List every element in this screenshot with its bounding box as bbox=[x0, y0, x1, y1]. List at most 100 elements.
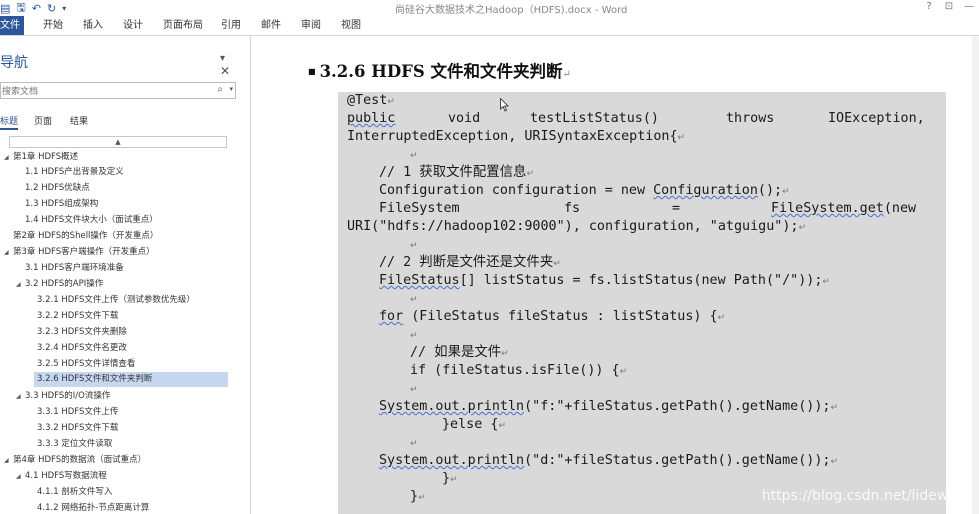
navigation-pane: 导航 ▾ ✕ ⌕ ▾ 标题 页面 结果 ▲ ◢第1章 HDFS概述 1.1 HD… bbox=[0, 36, 251, 514]
ribbon-display-button[interactable]: ⊡ bbox=[939, 0, 959, 14]
save-icon[interactable]: 🖫 bbox=[16, 0, 25, 18]
tree-item[interactable]: 3.3.2 HDFS文件下载 bbox=[37, 421, 118, 436]
tab-design[interactable]: 设计 bbox=[123, 16, 143, 35]
tree-item-selected[interactable]: 3.2.6 HDFS文件和文件夹判断 bbox=[34, 372, 228, 387]
code-block[interactable]: @Test↵ public void testListStatus() thro… bbox=[338, 92, 946, 514]
tree-item[interactable]: ◢ 3.3 HDFS的I/O流操作 bbox=[16, 389, 110, 404]
code-token: FileSystem bbox=[379, 201, 460, 216]
expand-icon[interactable]: ◢ bbox=[16, 469, 21, 484]
tree-item[interactable]: 1.4 HDFS文件块大小（面试重点） bbox=[25, 213, 158, 228]
code-token: FileSystem.get(new bbox=[771, 201, 917, 216]
minimize-button[interactable]: — bbox=[959, 0, 979, 14]
code-line: ↵ bbox=[410, 241, 418, 251]
code-line: Configuration configuration = new Config… bbox=[379, 183, 790, 198]
tree-item[interactable]: 3.2.5 HDFS文件详情查看 bbox=[37, 357, 135, 372]
code-comment: // 1 获取文件配置信息↵ bbox=[379, 165, 534, 180]
expand-icon[interactable]: ◢ bbox=[16, 389, 21, 404]
mouse-cursor-icon bbox=[500, 98, 509, 112]
code-token: throws bbox=[726, 111, 775, 126]
tab-results[interactable]: 结果 bbox=[70, 114, 88, 127]
tab-references[interactable]: 引用 bbox=[221, 16, 241, 35]
tree-item[interactable]: 1.1 HDFS产出背景及定义 bbox=[25, 165, 124, 180]
watermark: https://blog.csdn.net/lidew521 bbox=[761, 488, 975, 504]
tree-item[interactable]: 第2章 HDFS的Shell操作（开发重点） bbox=[13, 229, 158, 244]
code-line: ↵ bbox=[410, 331, 418, 341]
code-comment: // 2 判断是文件还是文件夹↵ bbox=[379, 255, 561, 270]
code-line: @Test↵ bbox=[347, 93, 395, 108]
tree-item[interactable]: 3.2.4 HDFS文件名更改 bbox=[37, 341, 127, 356]
expand-icon[interactable]: ◢ bbox=[4, 453, 9, 468]
tab-headings[interactable]: 标题 bbox=[0, 114, 19, 130]
window-controls: ? ⊡ — bbox=[919, 0, 979, 14]
tree-item[interactable]: 3.3.3 定位文件读取 bbox=[37, 437, 112, 452]
code-token: void bbox=[448, 111, 481, 126]
nav-title: 导航 bbox=[0, 55, 28, 71]
tree-item[interactable]: 3.2.2 HDFS文件下载 bbox=[37, 309, 118, 324]
tab-view[interactable]: 视图 bbox=[341, 16, 361, 35]
tree-item[interactable]: 1.2 HDFS优缺点 bbox=[25, 181, 90, 196]
close-icon[interactable]: ✕ bbox=[220, 64, 230, 78]
tab-pages[interactable]: 页面 bbox=[34, 114, 52, 127]
vertical-scrollbar[interactable] bbox=[972, 36, 979, 514]
tree-item[interactable]: 3.1 HDFS客户端环境准备 bbox=[25, 261, 124, 276]
tab-review[interactable]: 审阅 bbox=[301, 16, 321, 35]
tree-item[interactable]: 3.2.1 HDFS文件上传（测试参数优先级） bbox=[37, 293, 195, 308]
nav-pane-controls: ▾ ✕ bbox=[220, 53, 250, 78]
search-icon[interactable]: ⌕ bbox=[217, 84, 223, 95]
code-token: IOException, bbox=[828, 111, 925, 126]
tab-layout[interactable]: 页面布局 bbox=[163, 16, 203, 35]
tree-item[interactable]: ◢ 第1章 HDFS概述 bbox=[4, 150, 78, 165]
code-line: System.out.println("f:"+fileStatus.getPa… bbox=[379, 399, 839, 414]
code-line: ↵ bbox=[410, 439, 418, 449]
code-line: System.out.println("d:"+fileStatus.getPa… bbox=[379, 453, 839, 468]
tree-item[interactable]: ◢ 3.2 HDFS的API操作 bbox=[16, 277, 103, 292]
code-line: ↵ bbox=[410, 295, 418, 305]
redo-icon[interactable]: ↻ bbox=[47, 2, 56, 15]
help-button[interactable]: ? bbox=[919, 0, 939, 14]
code-line: FileStatus[] listStatus = fs.listStatus(… bbox=[379, 273, 830, 288]
code-line: }↵ bbox=[410, 489, 426, 504]
code-line: InterruptedException, URISyntaxException… bbox=[347, 129, 686, 144]
code-line: }↵ bbox=[442, 471, 458, 486]
tree-item[interactable]: 1.3 HDFS组成架构 bbox=[25, 197, 98, 212]
tab-home[interactable]: 开始 bbox=[43, 16, 63, 35]
chevron-down-icon[interactable]: ▾ bbox=[229, 85, 233, 93]
tree-item[interactable]: 3.3.1 HDFS文件上传 bbox=[37, 405, 118, 420]
undo-icon[interactable]: ↶ bbox=[32, 2, 41, 15]
tree-item[interactable]: 4.1.2 网络拓扑-节点距离计算 bbox=[37, 501, 149, 514]
tree-item[interactable]: 3.2.3 HDFS文件夹删除 bbox=[37, 325, 127, 340]
code-line: }else {↵ bbox=[442, 417, 506, 432]
tree-item[interactable]: ◢ 第3章 HDFS客户端操作（开发重点） bbox=[4, 245, 155, 260]
code-token: fs bbox=[564, 201, 581, 216]
search-box: ⌕ ▾ bbox=[0, 82, 236, 100]
tree-item[interactable]: 4.1.1 剖析文件写入 bbox=[37, 485, 112, 500]
tree-item[interactable]: ◢ 4.1 HDFS写数据流程 bbox=[16, 469, 107, 484]
nav-options-icon[interactable]: ▾ bbox=[220, 53, 225, 64]
code-line: if (fileStatus.isFile()) {↵ bbox=[410, 363, 628, 378]
code-comment: // 如果是文件↵ bbox=[410, 345, 509, 360]
window-title: 尚硅谷大数据技术之Hadoop（HDFS).docx - Word bbox=[395, 5, 628, 16]
document-area[interactable]: ■ 3.2.6 HDFS 文件和文件夹判断↵ @Test↵ public void… bbox=[252, 36, 979, 514]
expand-icon[interactable]: ◢ bbox=[4, 245, 9, 260]
word-app-icon[interactable]: ▤ bbox=[0, 2, 10, 15]
customize-toolbar-icon[interactable]: ▾ bbox=[62, 4, 66, 13]
heading-bullet-icon: ■ bbox=[308, 66, 316, 76]
paragraph-mark-icon: ↵ bbox=[562, 69, 571, 80]
search-input[interactable] bbox=[1, 84, 201, 100]
expand-icon[interactable]: ◢ bbox=[16, 277, 21, 292]
tab-insert[interactable]: 插入 bbox=[83, 16, 103, 35]
tab-mailings[interactable]: 邮件 bbox=[261, 16, 281, 35]
code-line: ↵ bbox=[410, 151, 418, 161]
section-heading: ■ 3.2.6 HDFS 文件和文件夹判断↵ bbox=[308, 62, 571, 81]
code-token: = bbox=[672, 201, 681, 216]
title-bar: ▤ 🖫 ↶ ↻ ▾ 尚硅谷大数据技术之Hadoop（HDFS).docx - W… bbox=[0, 0, 979, 16]
code-token: testListStatus() bbox=[530, 111, 659, 126]
ribbon-tab-bar: 文件 开始 插入 设计 页面布局 引用 邮件 审阅 视图 bbox=[0, 16, 979, 36]
code-line: URI("hdfs://hadoop102:9000"), configurat… bbox=[347, 219, 807, 234]
code-line: public bbox=[347, 111, 396, 126]
scroll-up-button[interactable]: ▲ bbox=[9, 136, 227, 148]
expand-icon[interactable]: ◢ bbox=[4, 150, 9, 165]
code-line: for (FileStatus fileStatus : listStatus)… bbox=[379, 309, 726, 324]
tree-item[interactable]: ◢ 第4章 HDFS的数据流（面试重点） bbox=[4, 453, 146, 468]
tab-file[interactable]: 文件 bbox=[0, 16, 24, 35]
